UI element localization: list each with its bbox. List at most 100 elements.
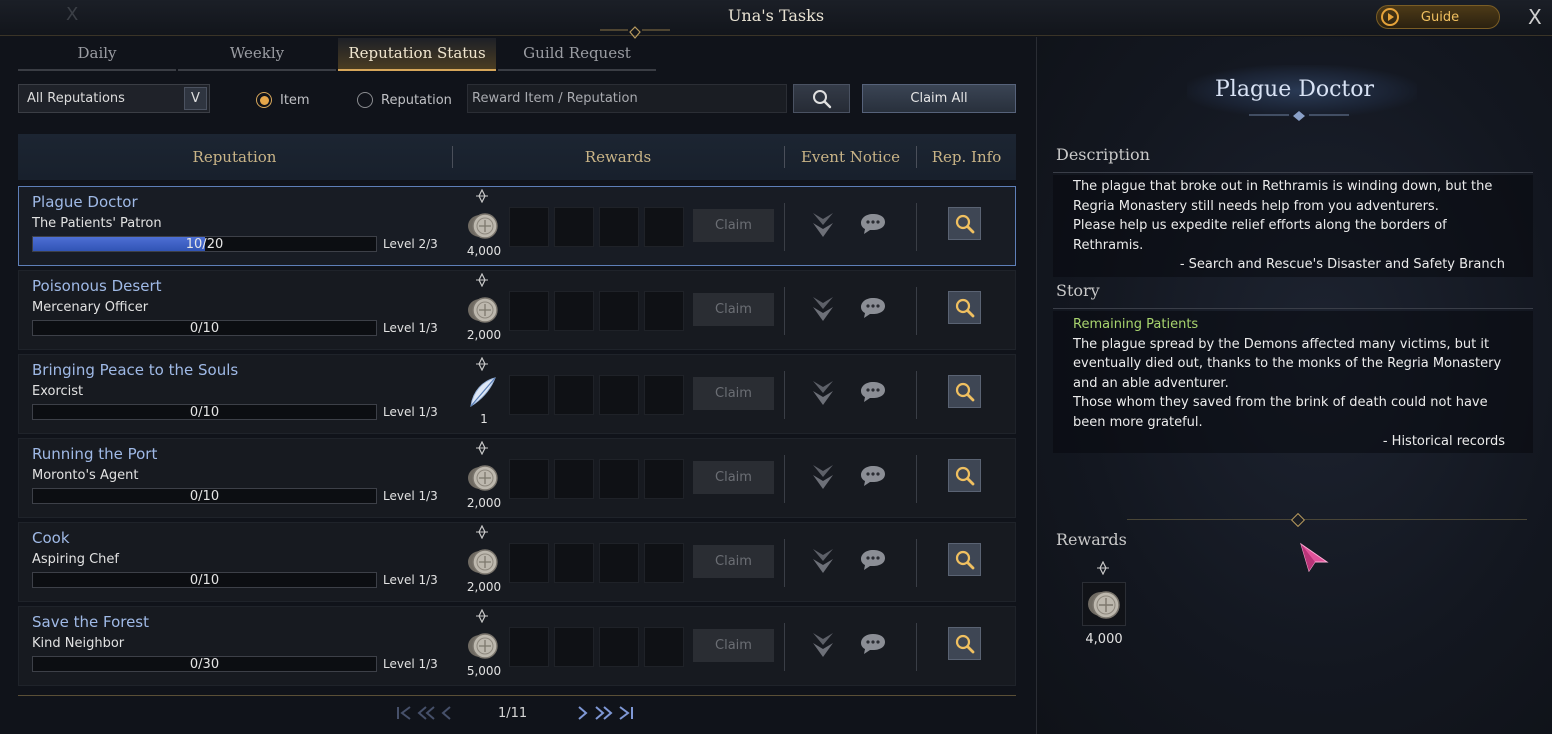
column-divider [916, 539, 917, 587]
chat-bubble-icon[interactable] [860, 633, 886, 655]
chevron-down-double-icon[interactable] [811, 211, 835, 239]
column-divider [784, 203, 785, 251]
claim-button[interactable]: Claim [693, 545, 774, 578]
reward-slot [599, 375, 639, 415]
chat-bubble-icon[interactable] [860, 465, 886, 487]
table-header: Reputation Rewards Event Notice Rep. Inf… [18, 134, 1016, 180]
chevron-down-double-icon[interactable] [811, 463, 835, 491]
chevron-down-double-icon[interactable] [811, 295, 835, 323]
column-divider [784, 455, 785, 503]
description-line: The plague that broke out in Rethramis i… [1073, 179, 1493, 194]
reputation-name: Cook [32, 529, 70, 547]
chevron-down-icon[interactable]: V [184, 87, 207, 110]
tab-weekly[interactable]: Weekly [178, 38, 336, 71]
reward-quantity: 2,000 [466, 328, 502, 342]
chat-bubble-icon[interactable] [860, 213, 886, 235]
reputation-progress-bar: 10/20 [32, 236, 377, 252]
reward-slot [644, 375, 684, 415]
table-row[interactable]: Save the Forest Kind Neighbor 0/30 Level… [18, 606, 1016, 686]
rep-info-button[interactable] [948, 543, 981, 576]
progress-text: 0/10 [189, 405, 220, 420]
claim-button[interactable]: Claim [693, 209, 774, 242]
claim-button[interactable]: Claim [693, 629, 774, 662]
search-button[interactable] [793, 84, 850, 113]
reward-slot [554, 543, 594, 583]
reward-gem-icon [476, 609, 488, 623]
rep-info-button[interactable] [948, 375, 981, 408]
window-title: Una's Tasks [727, 6, 825, 25]
reputation-title: Mercenary Officer [32, 300, 149, 315]
claim-button[interactable]: Claim [693, 293, 774, 326]
first-page-icon[interactable] [396, 705, 412, 725]
next-page-icon[interactable] [577, 705, 589, 725]
table-bottom-divider [18, 695, 1016, 696]
column-divider [784, 287, 785, 335]
search-input[interactable] [467, 84, 787, 113]
silver-coin-icon[interactable] [465, 543, 501, 579]
reward-slot [509, 627, 549, 667]
reputation-name: Poisonous Desert [32, 277, 162, 295]
header-rewards: Rewards [584, 148, 652, 166]
chat-bubble-icon[interactable] [860, 549, 886, 571]
next-fast-icon[interactable] [594, 705, 614, 725]
column-divider [784, 371, 785, 419]
prev-fast-icon[interactable] [416, 705, 436, 725]
progress-text: 0/10 [189, 321, 220, 336]
reward-quantity: 5,000 [466, 664, 502, 678]
table-row[interactable]: Bringing Peace to the Souls Exorcist 0/1… [18, 354, 1016, 434]
claim-button[interactable]: Claim [693, 461, 774, 494]
chat-bubble-icon[interactable] [860, 297, 886, 319]
reward-gem-icon [476, 189, 488, 203]
description-text: The plague that broke out in Rethramis i… [1053, 175, 1533, 275]
claim-all-button[interactable]: Claim All [862, 84, 1016, 113]
column-divider [784, 539, 785, 587]
tab-reputation-status[interactable]: Reputation Status [338, 38, 496, 71]
reward-gem-icon [476, 441, 488, 455]
claim-button[interactable]: Claim [693, 377, 774, 410]
silver-coin-icon[interactable] [465, 291, 501, 327]
reward-slot [509, 375, 549, 415]
radio-reputation[interactable]: Reputation [357, 92, 452, 108]
table-row[interactable]: Plague Doctor The Patients' Patron 10/20… [18, 186, 1016, 266]
silver-coin-icon[interactable] [465, 459, 501, 495]
chevron-down-double-icon[interactable] [811, 547, 835, 575]
tab-guild-request[interactable]: Guild Request [498, 38, 656, 71]
guide-label: Guide [1420, 9, 1460, 25]
radio-item-dot[interactable] [256, 92, 272, 108]
reward-quantity: 4,000 [466, 244, 502, 258]
page-indicator: 1/11 [498, 706, 528, 721]
column-divider [784, 623, 785, 671]
table-row[interactable]: Poisonous Desert Mercenary Officer 0/10 … [18, 270, 1016, 350]
silver-coin-icon[interactable] [465, 207, 501, 243]
silver-coin-icon[interactable] [1082, 582, 1126, 626]
chevron-down-double-icon[interactable] [811, 631, 835, 659]
chevron-down-double-icon[interactable] [811, 379, 835, 407]
rep-info-button[interactable] [948, 627, 981, 660]
radio-reputation-dot[interactable] [357, 92, 373, 108]
reputation-name: Plague Doctor [32, 193, 138, 211]
tab-daily[interactable]: Daily [18, 38, 176, 71]
reputation-filter-select[interactable]: All Reputations V [18, 84, 210, 113]
chat-bubble-icon[interactable] [860, 381, 886, 403]
reputation-title: Aspiring Chef [32, 552, 120, 567]
prev-page-icon[interactable] [440, 705, 452, 725]
progress-text: 10/20 [185, 237, 224, 252]
feather-icon[interactable] [465, 375, 501, 411]
rep-info-button[interactable] [948, 291, 981, 324]
rep-info-button[interactable] [948, 207, 981, 240]
reputation-title: The Patients' Patron [32, 216, 162, 231]
close-icon[interactable]: X [1528, 5, 1542, 29]
reward-slot [599, 207, 639, 247]
reputation-level: Level 1/3 [383, 489, 438, 503]
reward-gem-icon [476, 357, 488, 371]
radio-item[interactable]: Item [256, 92, 310, 108]
section-divider [1053, 172, 1533, 173]
silver-coin-icon[interactable] [465, 627, 501, 663]
reward-slot [644, 207, 684, 247]
table-row[interactable]: Cook Aspiring Chef 0/10 Level 1/3 2,000 … [18, 522, 1016, 602]
magnifier-icon [955, 298, 974, 317]
last-page-icon[interactable] [618, 705, 634, 725]
guide-button[interactable]: Guide [1376, 5, 1500, 29]
table-row[interactable]: Running the Port Moronto's Agent 0/10 Le… [18, 438, 1016, 518]
rep-info-button[interactable] [948, 459, 981, 492]
